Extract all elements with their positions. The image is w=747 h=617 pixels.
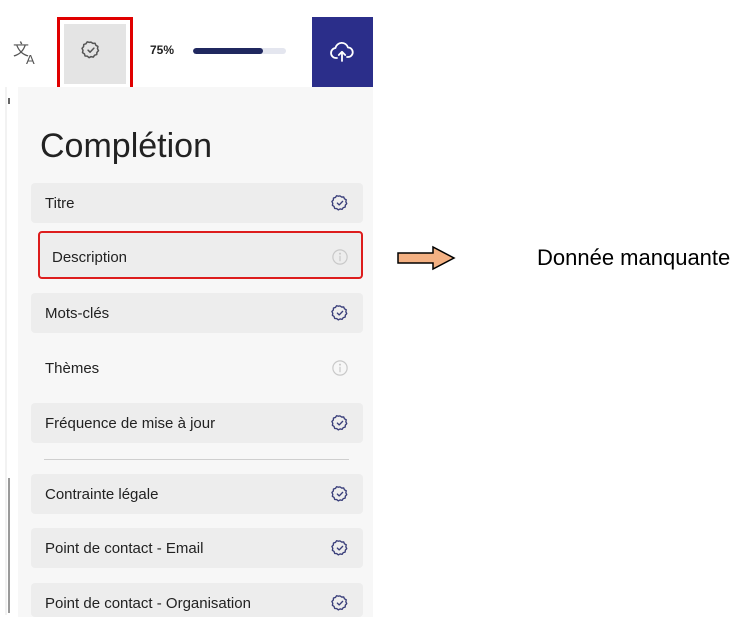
- badge-check-icon: [81, 41, 100, 59]
- info-icon: [331, 248, 349, 266]
- completion-item-label: Thèmes: [45, 360, 100, 377]
- completion-item-label: Point de contact - Email: [45, 540, 204, 557]
- completion-item-contact-email[interactable]: Point de contact - Email: [31, 528, 363, 568]
- panel-resize-handle[interactable]: [8, 478, 10, 613]
- svg-text:A: A: [26, 52, 35, 66]
- check-badge-icon: [331, 539, 349, 557]
- completion-progress-bar: [193, 48, 286, 54]
- completion-item-themes[interactable]: Thèmes: [31, 348, 363, 388]
- info-icon: [331, 359, 349, 377]
- panel-tick: [8, 98, 10, 104]
- check-badge-icon: [331, 414, 349, 432]
- completion-item-frequence[interactable]: Fréquence de mise à jour: [31, 403, 363, 443]
- cloud-upload-icon: [330, 41, 354, 62]
- upload-button[interactable]: [312, 17, 373, 87]
- completion-item-label: Fréquence de mise à jour: [45, 415, 216, 432]
- completion-item-mots-cles[interactable]: Mots-clés: [31, 293, 363, 333]
- completion-item-contact-organisation[interactable]: Point de contact - Organisation: [31, 583, 363, 617]
- completion-item-label: Description: [52, 249, 128, 266]
- panel-separator: [5, 87, 7, 615]
- completion-progress-label: 75%: [150, 43, 175, 57]
- completion-item-label: Mots-clés: [45, 305, 110, 322]
- check-badge-icon: [331, 485, 349, 503]
- completion-item-contrainte-legale[interactable]: Contrainte légale: [31, 474, 363, 514]
- missing-data-annotation: Donnée manquante: [537, 245, 731, 270]
- section-divider: [44, 459, 349, 460]
- panel-title: Complétion: [40, 127, 212, 165]
- check-badge-icon: [331, 194, 349, 212]
- completion-item-label: Point de contact - Organisation: [45, 595, 251, 612]
- completion-item-titre[interactable]: Titre: [31, 183, 363, 223]
- check-badge-icon: [331, 594, 349, 612]
- completion-item-label: Contrainte légale: [45, 486, 159, 503]
- translate-icon[interactable]: 文 A: [12, 40, 40, 67]
- completion-toggle-button[interactable]: [57, 17, 133, 91]
- arrow-right-icon: [397, 245, 456, 271]
- completion-item-label: Titre: [45, 195, 75, 212]
- completion-item-description[interactable]: Description: [38, 231, 363, 279]
- completion-progress-fill: [193, 48, 263, 54]
- check-badge-icon: [331, 304, 349, 322]
